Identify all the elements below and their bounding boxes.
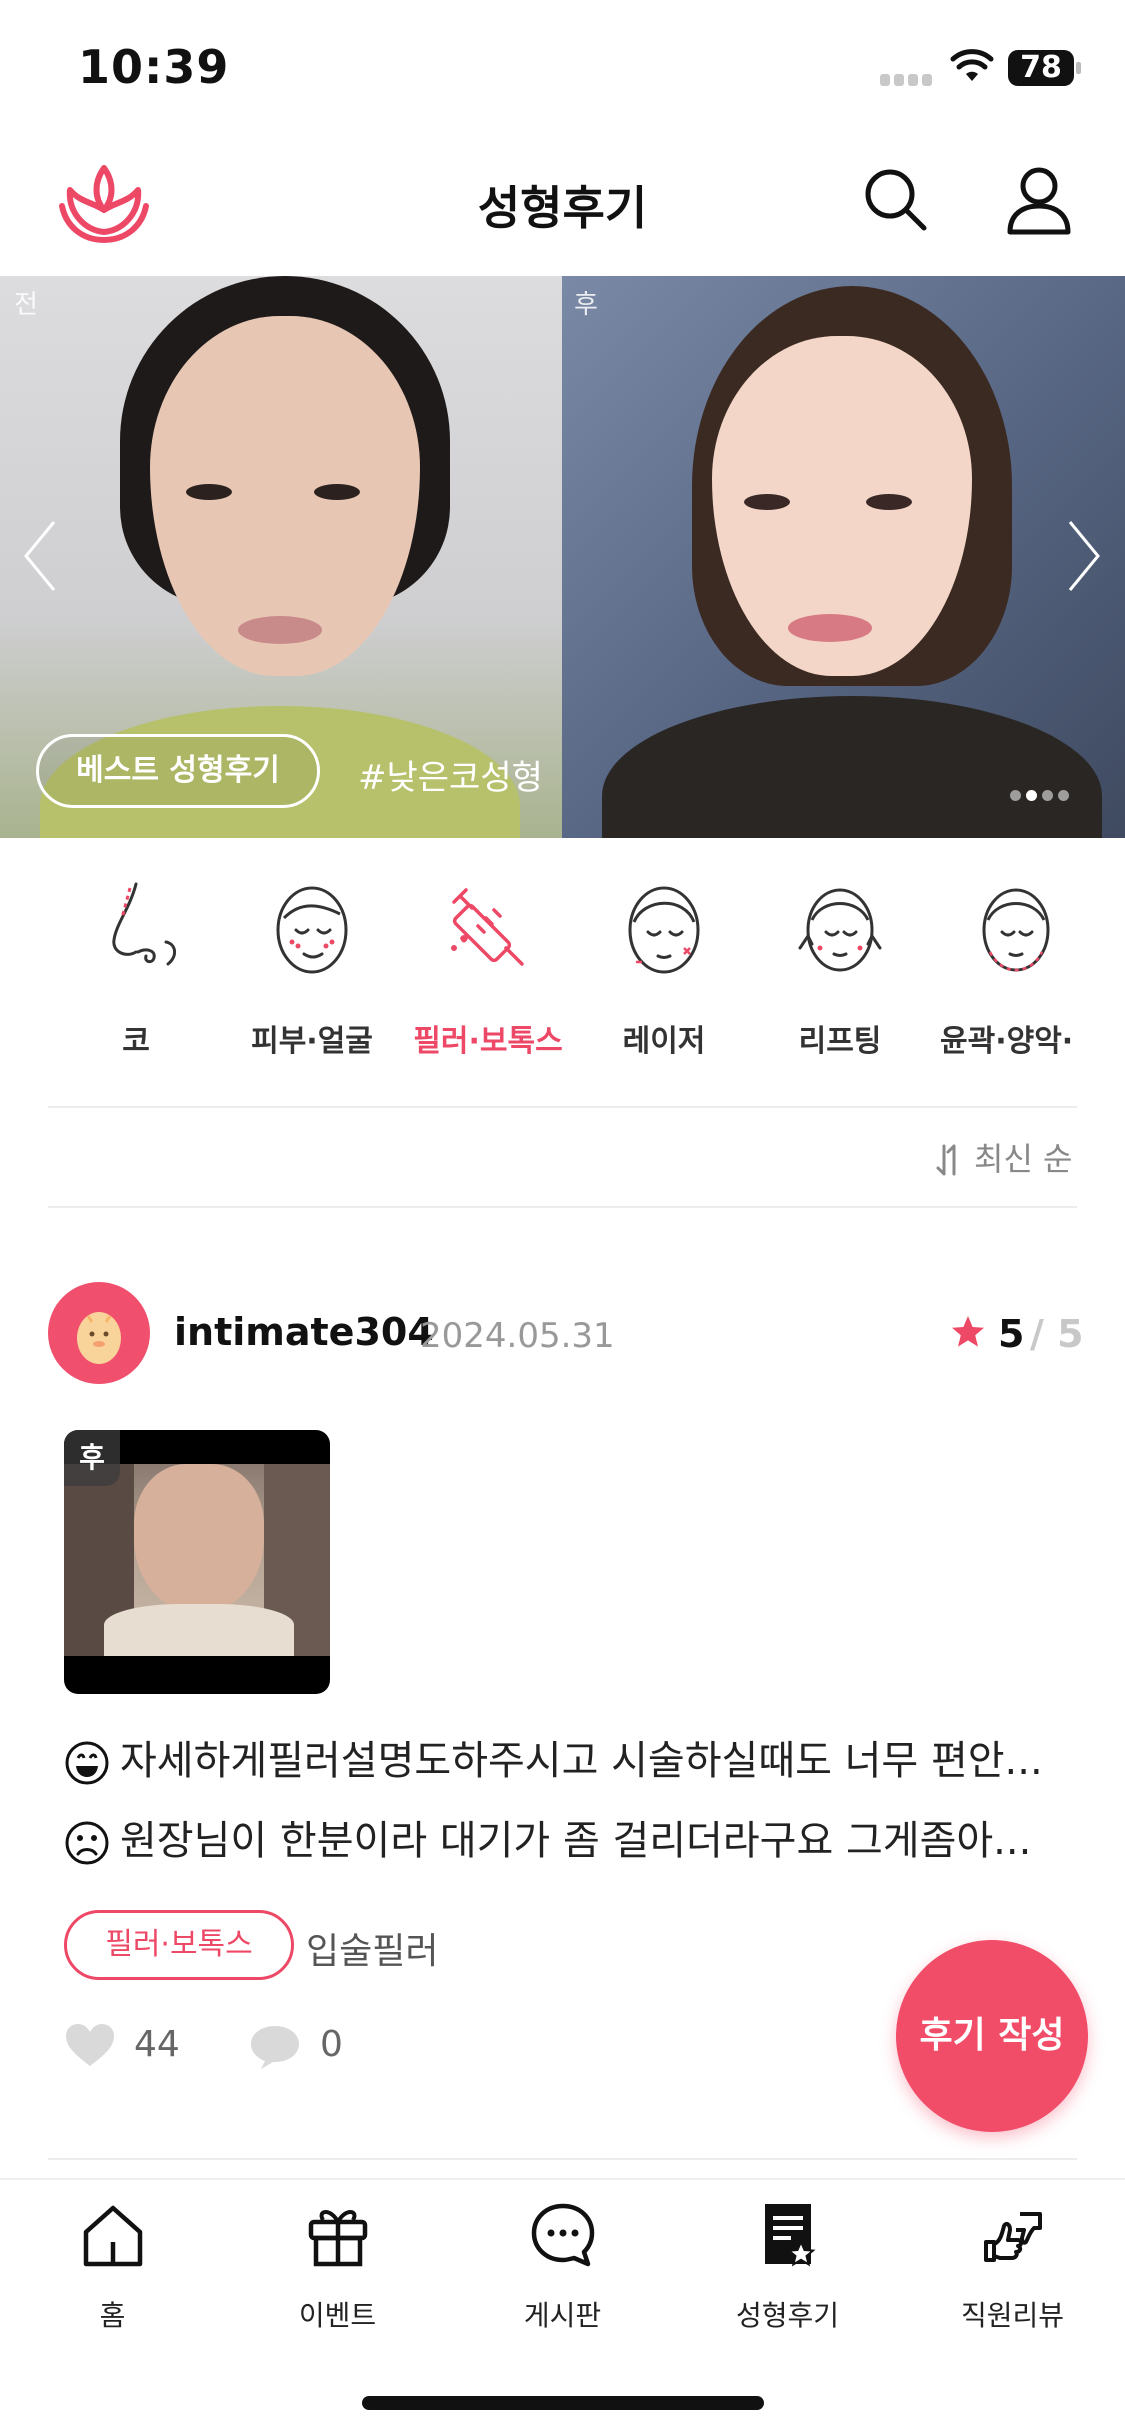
category-label: 필러·보톡스 <box>413 1024 563 1059</box>
divider <box>48 2158 1077 2160</box>
lifting-face-icon <box>798 888 882 972</box>
after-label: 후 <box>574 290 598 320</box>
thumbs-icon <box>984 2212 1042 2262</box>
chat-bubble-icon <box>531 2203 595 2267</box>
tab-label: 성형후기 <box>735 2299 840 2332</box>
review-bad-line[interactable]: 원장님이 한분이라 대기가 좀 걸리더라구요 그게좀아... <box>64 1808 1074 1866</box>
best-review-banner[interactable]: 전 후 베스트 성형후기 #낮은코성형 <box>0 276 1125 838</box>
tab-home[interactable]: 홈 <box>0 2202 225 2332</box>
frown-emoji-icon <box>65 1821 109 1865</box>
syringe-icon <box>451 888 524 966</box>
comment-icon[interactable] <box>248 2022 302 2072</box>
tab-staff-review[interactable]: 직원리뷰 <box>900 2202 1125 2332</box>
best-review-button[interactable]: 베스트 성형후기 <box>36 734 320 808</box>
nose-icon <box>112 882 176 966</box>
home-indicator[interactable] <box>362 2396 764 2410</box>
user-icon[interactable] <box>1006 166 1072 236</box>
tab-label: 게시판 <box>523 2299 602 2332</box>
battery-icon: 78 <box>1008 50 1074 86</box>
status-time: 10:39 <box>78 40 230 94</box>
review-document-icon <box>765 2204 816 2267</box>
banner-hashtag: #낮은코성형 <box>358 758 543 798</box>
wifi-icon <box>950 49 994 81</box>
review-photo-image <box>64 1464 330 1656</box>
category-label: 리프팅 <box>798 1024 882 1059</box>
star-icon <box>952 1316 984 1347</box>
after-photo: 후 <box>562 276 1125 838</box>
category-contour[interactable]: 윤곽·양악· <box>926 862 1106 1062</box>
gift-icon <box>308 2210 368 2267</box>
avatar[interactable] <box>48 1282 150 1384</box>
app-header: 성형후기 <box>0 140 1125 276</box>
review-good-line[interactable]: 자세하게필러설명도하주시고 시술하실때도 너무 편안... <box>64 1728 1074 1786</box>
tab-event[interactable]: 이벤트 <box>225 2202 450 2332</box>
category-lifting[interactable]: 리프팅 <box>750 862 930 1062</box>
review-bad-text: 원장님이 한분이라 대기가 좀 걸리더라구요 그게좀아... <box>120 1818 1032 1864</box>
chevron-left-icon[interactable] <box>20 516 60 596</box>
tab-review[interactable]: 성형후기 <box>675 2202 900 2332</box>
tab-label: 홈 <box>99 2299 126 2332</box>
category-label: 피부·얼굴 <box>251 1024 373 1059</box>
category-label: 코 <box>122 1024 150 1059</box>
status-bar: 10:39 78 <box>0 0 1125 140</box>
avatar-character-icon <box>77 1312 121 1364</box>
rating-value: 5 <box>998 1312 1025 1356</box>
battery-cap <box>1076 62 1081 74</box>
category-skin-face[interactable]: 피부·얼굴 <box>222 862 402 1062</box>
category-label: 레이저 <box>622 1024 706 1059</box>
home-icon <box>83 2205 143 2267</box>
heart-icon[interactable] <box>64 2022 116 2068</box>
category-tag[interactable]: 필러·보톡스 <box>64 1910 294 1980</box>
procedure-name: 입술필러 <box>306 1931 439 1972</box>
review-date: 2024.05.31 <box>420 1316 615 1356</box>
rating-max: / 5 <box>1030 1312 1084 1356</box>
smile-emoji-icon <box>65 1741 109 1785</box>
before-label: 전 <box>14 290 38 320</box>
category-nose[interactable]: 코 <box>46 862 226 1062</box>
category-filler-botox[interactable]: 필러·보톡스 <box>398 862 578 1062</box>
category-row: 코 피부·얼굴 필러·보톡스 레이저 리프팅 윤곽·양악· <box>0 862 1125 1062</box>
contour-face-icon <box>982 888 1050 972</box>
tab-label: 직원리뷰 <box>960 2299 1065 2332</box>
write-review-button[interactable]: 후기 작성 <box>896 1940 1088 2132</box>
comment-count: 0 <box>320 2024 343 2065</box>
chevron-right-icon[interactable] <box>1064 516 1104 596</box>
laser-face-icon <box>628 886 700 974</box>
cellular-signal-icon <box>880 70 936 86</box>
sort-label[interactable]: 최신 순 <box>974 1134 1073 1180</box>
category-label: 윤곽·양악· <box>940 1024 1074 1059</box>
search-icon[interactable] <box>862 166 930 234</box>
divider <box>48 1106 1077 1108</box>
page-title: 성형후기 <box>477 181 648 235</box>
like-count: 44 <box>134 2024 180 2065</box>
review-photo[interactable]: 후 <box>64 1430 330 1694</box>
category-laser[interactable]: 레이저 <box>574 862 754 1062</box>
review-username[interactable]: intimate304 <box>174 1310 434 1354</box>
tab-label: 이벤트 <box>298 2299 377 2332</box>
divider <box>48 1206 1077 1208</box>
sort-icon[interactable] <box>932 1142 968 1178</box>
banner-page-dots <box>1010 786 1074 805</box>
face-skin-icon <box>276 886 348 974</box>
photo-after-badge: 후 <box>64 1430 120 1486</box>
tab-board[interactable]: 게시판 <box>450 2202 675 2332</box>
review-good-text: 자세하게필러설명도하주시고 시술하실때도 너무 편안... <box>120 1738 1043 1784</box>
